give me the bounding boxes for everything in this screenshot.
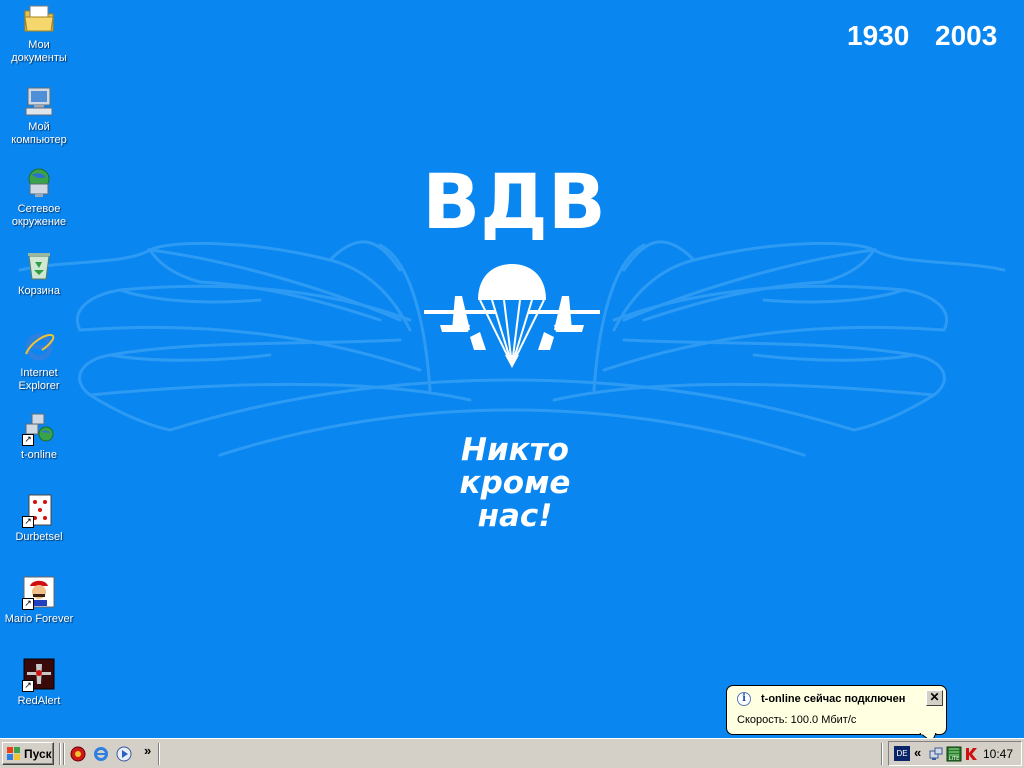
desktop-icon-t-online[interactable]: ↗ t-online [0, 412, 78, 462]
my-computer-icon [22, 84, 56, 118]
taskbar-separator [158, 743, 160, 765]
shortcut-arrow-icon: ↗ [22, 516, 34, 528]
antivirus-lite-icon[interactable]: LITE [946, 746, 962, 762]
year-end: 2003 [935, 20, 998, 51]
svg-text:LITE: LITE [949, 756, 959, 762]
start-label: Пуск [24, 747, 52, 761]
desktop-icon-label: Internet Explorer [18, 367, 60, 392]
desktop-icon-redalert[interactable]: ↗ RedAlert [0, 658, 78, 708]
balloon-text: Скорость: 100.0 Мбит/с [737, 714, 857, 726]
quicklaunch-media-icon[interactable] [70, 746, 86, 762]
internet-explorer-icon [22, 330, 56, 364]
desktop-icon-label: RedAlert [17, 695, 61, 707]
mario-icon: ↗ [22, 576, 56, 610]
quicklaunch-media-player-icon[interactable] [116, 746, 132, 762]
wallpaper-title: ВДВ [422, 157, 606, 246]
taskbar-separator [63, 743, 65, 765]
taskbar: Пуск » DE « LITE 10:47 [0, 738, 1024, 768]
taskbar-separator [59, 743, 61, 765]
tray-expand-button[interactable]: « [914, 745, 921, 760]
desktop[interactable]: 1930 2003 ВДВ Никто кроме нас! Мои докум… [0, 0, 1024, 738]
desktop-icon-network-places[interactable]: Сетевое окружение [0, 166, 78, 229]
dice-card-icon: ↗ [22, 494, 56, 528]
info-icon: i [737, 692, 751, 706]
network-places-icon [22, 166, 56, 200]
start-button[interactable]: Пуск [2, 742, 54, 765]
desktop-icon-label: Durbetsel [15, 531, 63, 543]
wallpaper-wings-emblem [18, 240, 1006, 457]
parachute-emblem [424, 264, 600, 368]
desktop-icon-mario-forever[interactable]: ↗ Mario Forever [0, 576, 78, 626]
my-documents-folder-icon [22, 2, 56, 36]
shortcut-arrow-icon: ↗ [22, 434, 34, 446]
motto-line: кроме [459, 465, 571, 501]
shortcut-arrow-icon: ↗ [22, 598, 34, 610]
desktop-icon-recycle-bin[interactable]: Корзина [0, 248, 78, 298]
t-online-icon: ↗ [22, 412, 56, 446]
balloon-title: t-online сейчас подключен [761, 693, 906, 705]
motto-line: нас! [477, 498, 553, 534]
red-alert-icon: ↗ [22, 658, 56, 692]
quicklaunch-more-button[interactable]: » [144, 743, 151, 758]
desktop-icon-label: Мой компьютер [11, 121, 67, 146]
desktop-icon-durbetsel[interactable]: ↗ Durbetsel [0, 494, 78, 544]
quicklaunch-internet-explorer-icon[interactable] [93, 746, 109, 762]
balloon-close-button[interactable]: ✕ [926, 690, 943, 706]
year-start: 1930 [847, 20, 910, 51]
language-indicator[interactable]: DE [894, 746, 910, 761]
desktop-icon-label: Сетевое окружение [11, 203, 67, 228]
notification-balloon[interactable]: i t-online сейчас подключен ✕ Скорость: … [726, 685, 947, 735]
desktop-icon-label: t-online [20, 449, 58, 461]
desktop-icon-my-computer[interactable]: Мой компьютер [0, 84, 78, 147]
system-tray: DE « LITE 10:47 [888, 741, 1022, 766]
desktop-icon-internet-explorer[interactable]: Internet Explorer [0, 330, 78, 393]
shortcut-arrow-icon: ↗ [22, 680, 34, 692]
desktop-icon-label: Mario Forever [4, 613, 74, 625]
taskbar-separator [881, 743, 883, 765]
desktop-icon-label: Мои документы [11, 39, 67, 64]
desktop-icon-label: Корзина [18, 285, 60, 297]
clock[interactable]: 10:47 [983, 747, 1013, 761]
motto-line: Никто [461, 432, 569, 468]
network-connection-icon[interactable] [928, 746, 944, 762]
desktop-icon-my-documents[interactable]: Мои документы [0, 2, 78, 65]
windows-flag-icon [7, 747, 20, 760]
kaspersky-icon[interactable] [963, 746, 979, 762]
recycle-bin-icon [22, 248, 56, 282]
